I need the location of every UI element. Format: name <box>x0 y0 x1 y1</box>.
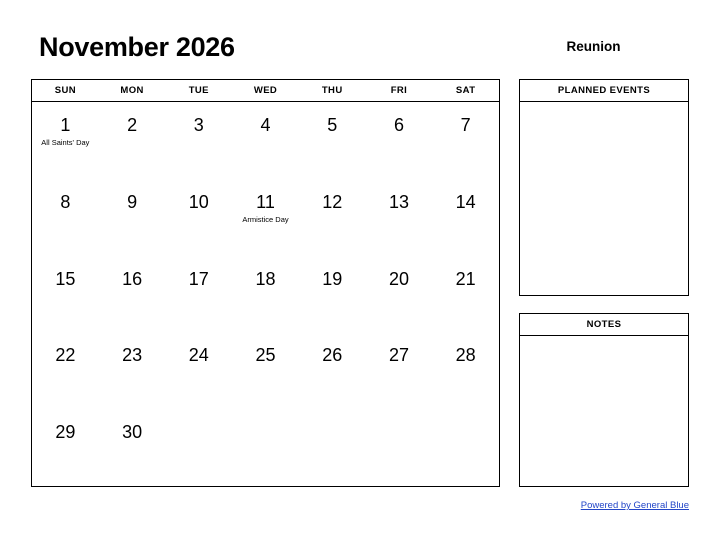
calendar-day-cell-empty <box>299 409 366 486</box>
day-number: 22 <box>55 345 76 366</box>
page-title: November 2026 <box>39 32 235 62</box>
calendar-weeks: 1 All Saints' Day 2 3 4 5 6 7 8 9 10 11 Armistice Da… <box>32 102 499 486</box>
day-number: 17 <box>188 268 209 289</box>
day-number: 4 <box>260 115 271 135</box>
calendar-day-cell[interactable]: 18 <box>232 256 299 333</box>
weekday-header-mon: MON <box>120 85 144 96</box>
day-number: 14 <box>455 191 476 212</box>
day-number: 23 <box>122 345 143 366</box>
planned-events-body[interactable] <box>520 102 688 295</box>
day-number: 26 <box>322 345 343 366</box>
day-number: 27 <box>388 345 409 366</box>
notes-body[interactable] <box>520 336 688 486</box>
calendar-day-cell[interactable]: 12 <box>299 179 366 256</box>
calendar-day-cell[interactable]: 7 <box>432 102 499 179</box>
day-event-label: Armistice Day <box>242 214 289 224</box>
day-number: 5 <box>327 115 338 135</box>
weekday-header-sat: SAT <box>455 85 476 96</box>
calendar-day-cell[interactable]: 3 <box>165 102 232 179</box>
day-number: 18 <box>255 268 276 289</box>
calendar-day-cell[interactable]: 29 <box>32 409 99 486</box>
day-number: 7 <box>460 115 471 135</box>
calendar-day-cell-empty <box>232 409 299 486</box>
day-event-label: All Saints' Day <box>41 138 90 147</box>
calendar-grid: SUN MON TUE WED THU FRI SAT 1 All Saints' Day 2 3… <box>31 79 500 487</box>
day-number: 8 <box>60 191 71 212</box>
calendar-day-cell-empty <box>366 409 433 486</box>
day-number: 30 <box>122 422 143 443</box>
notes-title: NOTES <box>520 314 688 336</box>
calendar-week-row: 1 All Saints' Day 2 3 4 5 6 7 <box>32 102 499 179</box>
page-footer: Powered by General Blue <box>519 495 689 513</box>
day-number: 21 <box>455 268 476 289</box>
calendar-day-cell[interactable]: 24 <box>165 332 232 409</box>
day-number: 12 <box>322 191 343 212</box>
day-number: 28 <box>455 345 476 366</box>
calendar-week-row: 15 16 17 18 19 20 21 <box>32 256 499 333</box>
planned-events-panel: PLANNED EVENTS <box>519 79 689 296</box>
day-number: 15 <box>55 268 76 289</box>
day-number: 1 <box>60 115 71 135</box>
calendar-day-cell[interactable]: 16 <box>99 256 166 333</box>
day-number: 25 <box>255 345 276 366</box>
calendar-week-row: 29 30 <box>32 409 499 486</box>
calendar-day-cell[interactable]: 11 Armistice Day <box>232 179 299 256</box>
calendar-day-cell[interactable]: 6 <box>366 102 433 179</box>
calendar-day-cell[interactable]: 15 <box>32 256 99 333</box>
calendar-day-cell[interactable]: 14 <box>432 179 499 256</box>
day-number: 16 <box>122 268 143 289</box>
calendar-day-cell[interactable]: 9 <box>99 179 166 256</box>
calendar-day-cell-empty <box>432 409 499 486</box>
calendar-day-cell[interactable]: 10 <box>165 179 232 256</box>
calendar-day-cell[interactable]: 1 All Saints' Day <box>32 102 99 179</box>
day-number: 29 <box>55 422 76 443</box>
calendar-day-cell[interactable]: 26 <box>299 332 366 409</box>
day-number: 13 <box>388 191 409 212</box>
calendar-day-cell[interactable]: 21 <box>432 256 499 333</box>
weekday-header-thu: THU <box>321 85 343 96</box>
calendar-day-cell[interactable]: 22 <box>32 332 99 409</box>
calendar-week-row: 8 9 10 11 Armistice Day 12 13 14 <box>32 179 499 256</box>
calendar-day-cell[interactable]: 2 <box>99 102 166 179</box>
calendar-day-cell[interactable]: 13 <box>366 179 433 256</box>
weekday-header-row: SUN MON TUE WED THU FRI SAT <box>32 80 499 102</box>
planned-events-title: PLANNED EVENTS <box>520 80 688 102</box>
weekday-header-wed: WED <box>253 85 278 96</box>
calendar-day-cell[interactable]: 27 <box>366 332 433 409</box>
notes-panel: NOTES <box>519 313 689 487</box>
calendar-day-cell[interactable]: 19 <box>299 256 366 333</box>
calendar-day-cell[interactable]: 30 <box>99 409 166 486</box>
weekday-header-fri: FRI <box>390 85 408 96</box>
day-number: 19 <box>322 268 343 289</box>
day-number: 24 <box>188 345 209 366</box>
calendar-day-cell-empty <box>165 409 232 486</box>
page-header: November 2026 Reunion <box>31 30 681 70</box>
calendar-day-cell[interactable]: 23 <box>99 332 166 409</box>
calendar-day-cell[interactable]: 20 <box>366 256 433 333</box>
day-number: 20 <box>388 268 409 289</box>
day-number: 2 <box>127 115 138 135</box>
calendar-day-cell[interactable]: 4 <box>232 102 299 179</box>
calendar-day-cell[interactable]: 8 <box>32 179 99 256</box>
calendar-day-cell[interactable]: 17 <box>165 256 232 333</box>
day-number: 3 <box>193 115 204 135</box>
calendar-day-cell[interactable]: 25 <box>232 332 299 409</box>
region-label: Reunion <box>566 39 621 54</box>
powered-by-link[interactable]: Powered by General Blue <box>581 500 689 511</box>
weekday-header-tue: TUE <box>188 85 209 96</box>
calendar-day-cell[interactable]: 28 <box>432 332 499 409</box>
calendar-week-row: 22 23 24 25 26 27 28 <box>32 332 499 409</box>
day-number: 11 <box>256 191 275 212</box>
weekday-header-sun: SUN <box>54 85 76 96</box>
day-number: 10 <box>188 191 209 212</box>
day-number: 6 <box>393 115 404 135</box>
day-number: 9 <box>127 191 138 212</box>
calendar-day-cell[interactable]: 5 <box>299 102 366 179</box>
